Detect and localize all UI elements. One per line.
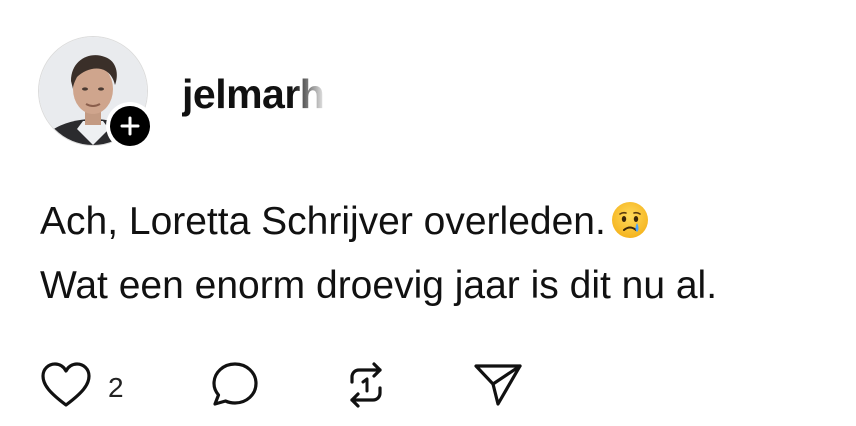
like-count: 2 [108,371,124,403]
author-username[interactable]: jelmarh [182,70,325,118]
heart-icon [40,361,92,414]
post-text-line: Wat een enorm droevig jaar is dit nu al. [40,257,717,315]
comment-button[interactable] [210,360,260,415]
plus-icon [110,106,150,146]
post-text-line: Ach, Loretta Schrijver overleden. [40,193,717,257]
like-button[interactable]: 2 [40,361,124,414]
follow-button[interactable] [106,102,154,150]
author-avatar-container[interactable] [38,36,154,150]
post-actions: 2 [0,356,856,416]
post-text-line-2: Wat een enorm droevig jaar is dit nu al. [40,264,718,307]
share-button[interactable] [472,360,524,415]
repost-button[interactable] [340,360,392,415]
crying-face-icon [610,199,650,257]
post-body: Ach, Loretta Schrijver overleden. Wat ee… [40,193,717,315]
repost-icon [340,360,392,415]
post-text-line-1: Ach, Loretta Schrijver overleden. [40,200,606,243]
comment-icon [210,360,260,415]
share-icon [472,360,524,415]
